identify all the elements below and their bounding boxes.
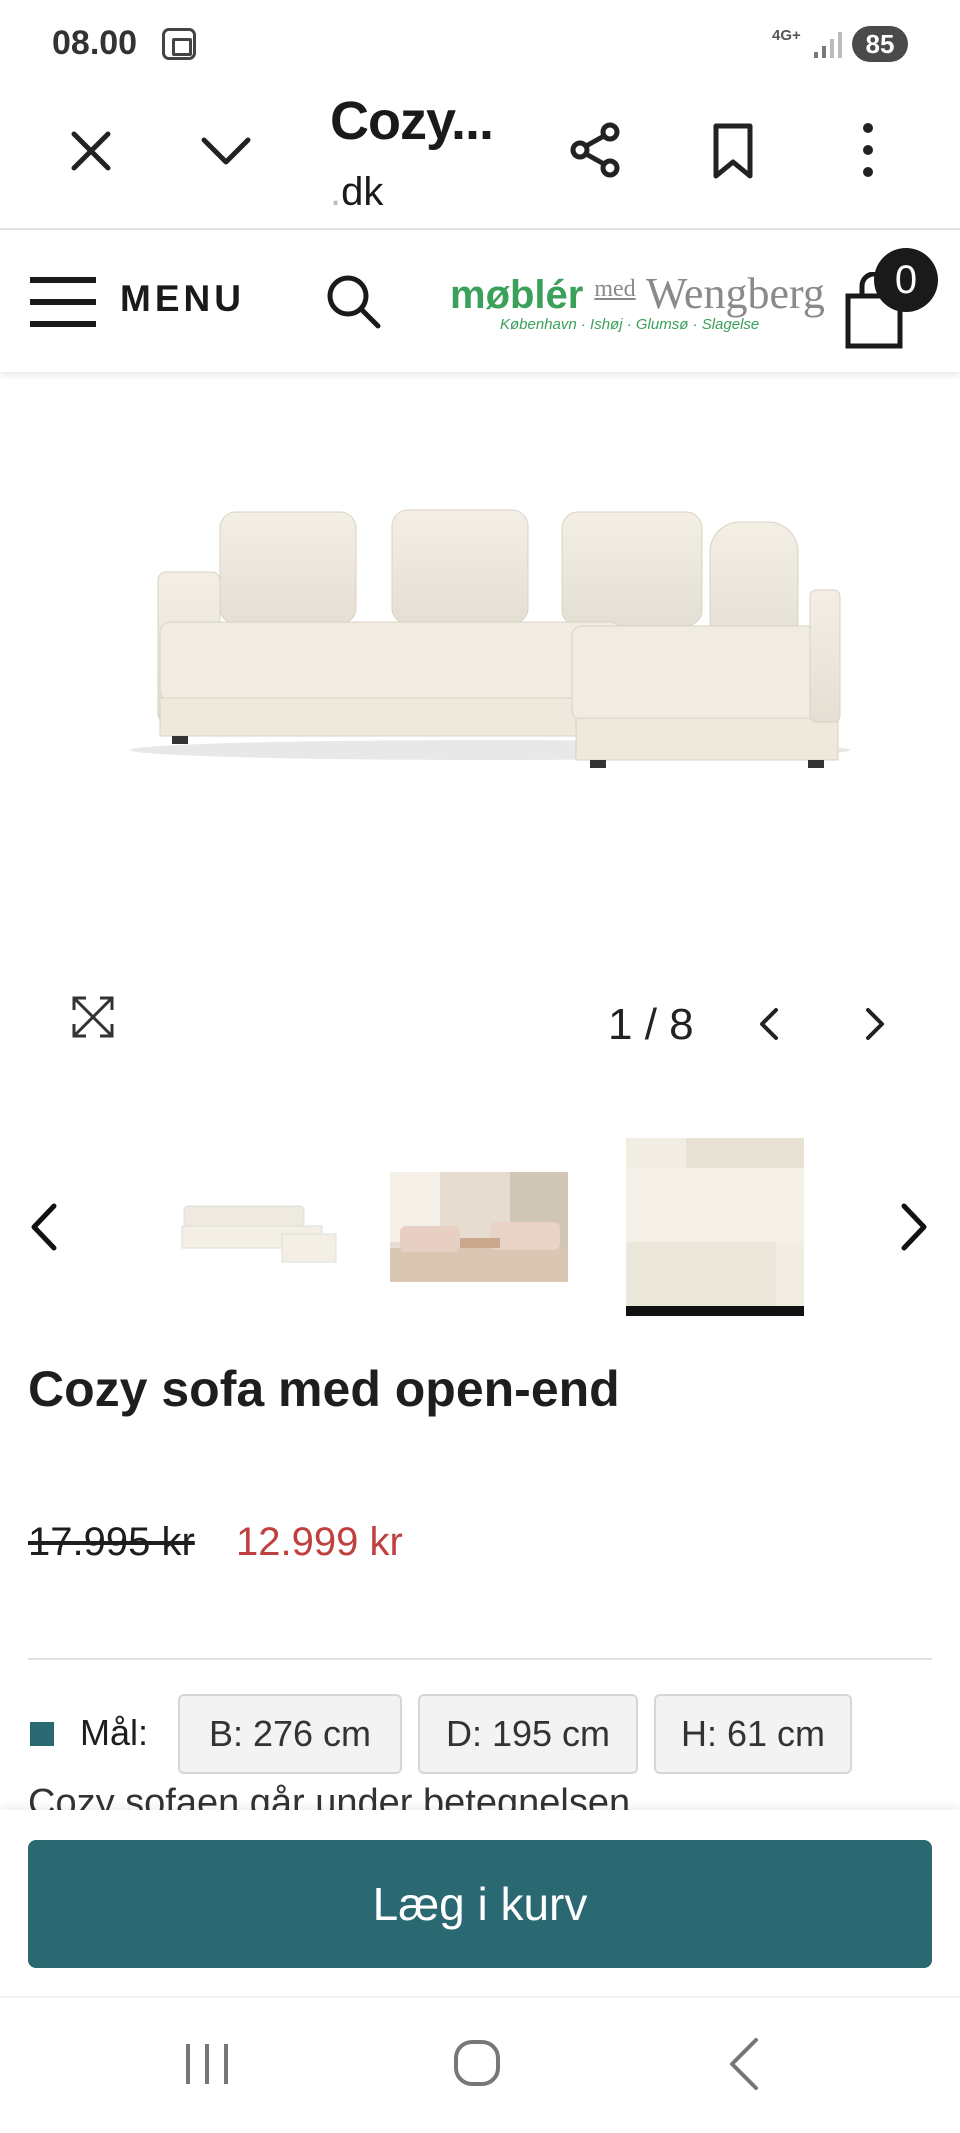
add-to-cart-button[interactable]: Læg i kurv bbox=[28, 1840, 932, 1968]
menu-icon[interactable] bbox=[28, 274, 98, 330]
status-time: 08.00 bbox=[52, 24, 138, 62]
shop-header: MENU møblér med Wengberg København · Ish… bbox=[0, 232, 960, 372]
dimensions-marker-icon bbox=[30, 1722, 54, 1746]
gallery-prev-icon[interactable] bbox=[756, 1004, 782, 1044]
browser-toolbar: Cozy... .dk bbox=[0, 90, 960, 230]
signal-icon bbox=[814, 32, 842, 58]
bookmark-icon[interactable] bbox=[708, 122, 758, 180]
logo-text-2: med bbox=[594, 276, 636, 302]
domain-text: dk bbox=[341, 170, 384, 214]
status-bar: 08.00 4G+ 85 bbox=[0, 0, 960, 90]
home-icon[interactable] bbox=[452, 2038, 502, 2088]
logo-text-1: møblér bbox=[450, 273, 584, 317]
close-icon[interactable] bbox=[66, 126, 116, 176]
dimension-height-chip: H: 61 cm bbox=[654, 1694, 852, 1774]
thumbnail-3[interactable] bbox=[626, 1138, 804, 1316]
thumbs-next-icon[interactable] bbox=[898, 1200, 932, 1254]
dimension-depth-chip: D: 195 cm bbox=[418, 1694, 638, 1774]
chevron-down-icon[interactable] bbox=[198, 130, 254, 170]
network-type: 4G+ bbox=[772, 27, 801, 44]
domain-prefix: . bbox=[330, 170, 342, 214]
thumbnail-1[interactable] bbox=[170, 1138, 348, 1316]
more-options-icon[interactable] bbox=[854, 120, 882, 180]
gallery-counter: 1 / 8 bbox=[608, 1000, 694, 1049]
recent-apps-icon[interactable] bbox=[182, 2040, 232, 2088]
expand-icon[interactable] bbox=[70, 994, 116, 1040]
sale-price: 12.999 kr bbox=[236, 1520, 403, 1564]
back-icon[interactable] bbox=[726, 2036, 762, 2092]
product-main-image[interactable] bbox=[120, 440, 860, 780]
logo-subtitle: København · Ishøj · Glumsø · Slagelse bbox=[500, 316, 760, 333]
page-title[interactable]: Cozy... bbox=[330, 90, 494, 152]
screenshot-icon bbox=[162, 28, 196, 60]
divider bbox=[28, 1658, 932, 1660]
original-price: 17.995 kr bbox=[28, 1520, 195, 1564]
dimension-width-chip: B: 276 cm bbox=[178, 1694, 402, 1774]
cart-count-badge[interactable]: 0 bbox=[874, 248, 938, 312]
thumbnail-2[interactable] bbox=[390, 1138, 568, 1316]
thumbs-prev-icon[interactable] bbox=[26, 1200, 60, 1254]
product-title: Cozy sofa med open-end bbox=[28, 1361, 620, 1417]
logo-text-3: Wengberg bbox=[645, 269, 825, 318]
page-domain[interactable]: .dk bbox=[330, 170, 383, 215]
search-icon[interactable] bbox=[324, 272, 384, 332]
shop-logo[interactable]: møblér med Wengberg bbox=[450, 268, 825, 319]
share-icon[interactable] bbox=[566, 120, 626, 180]
system-nav-bar bbox=[0, 1996, 960, 2133]
battery-indicator: 85 bbox=[852, 26, 908, 62]
gallery-next-icon[interactable] bbox=[862, 1004, 888, 1044]
dimensions-label: Mål: bbox=[80, 1712, 149, 1753]
menu-label[interactable]: MENU bbox=[120, 278, 245, 320]
